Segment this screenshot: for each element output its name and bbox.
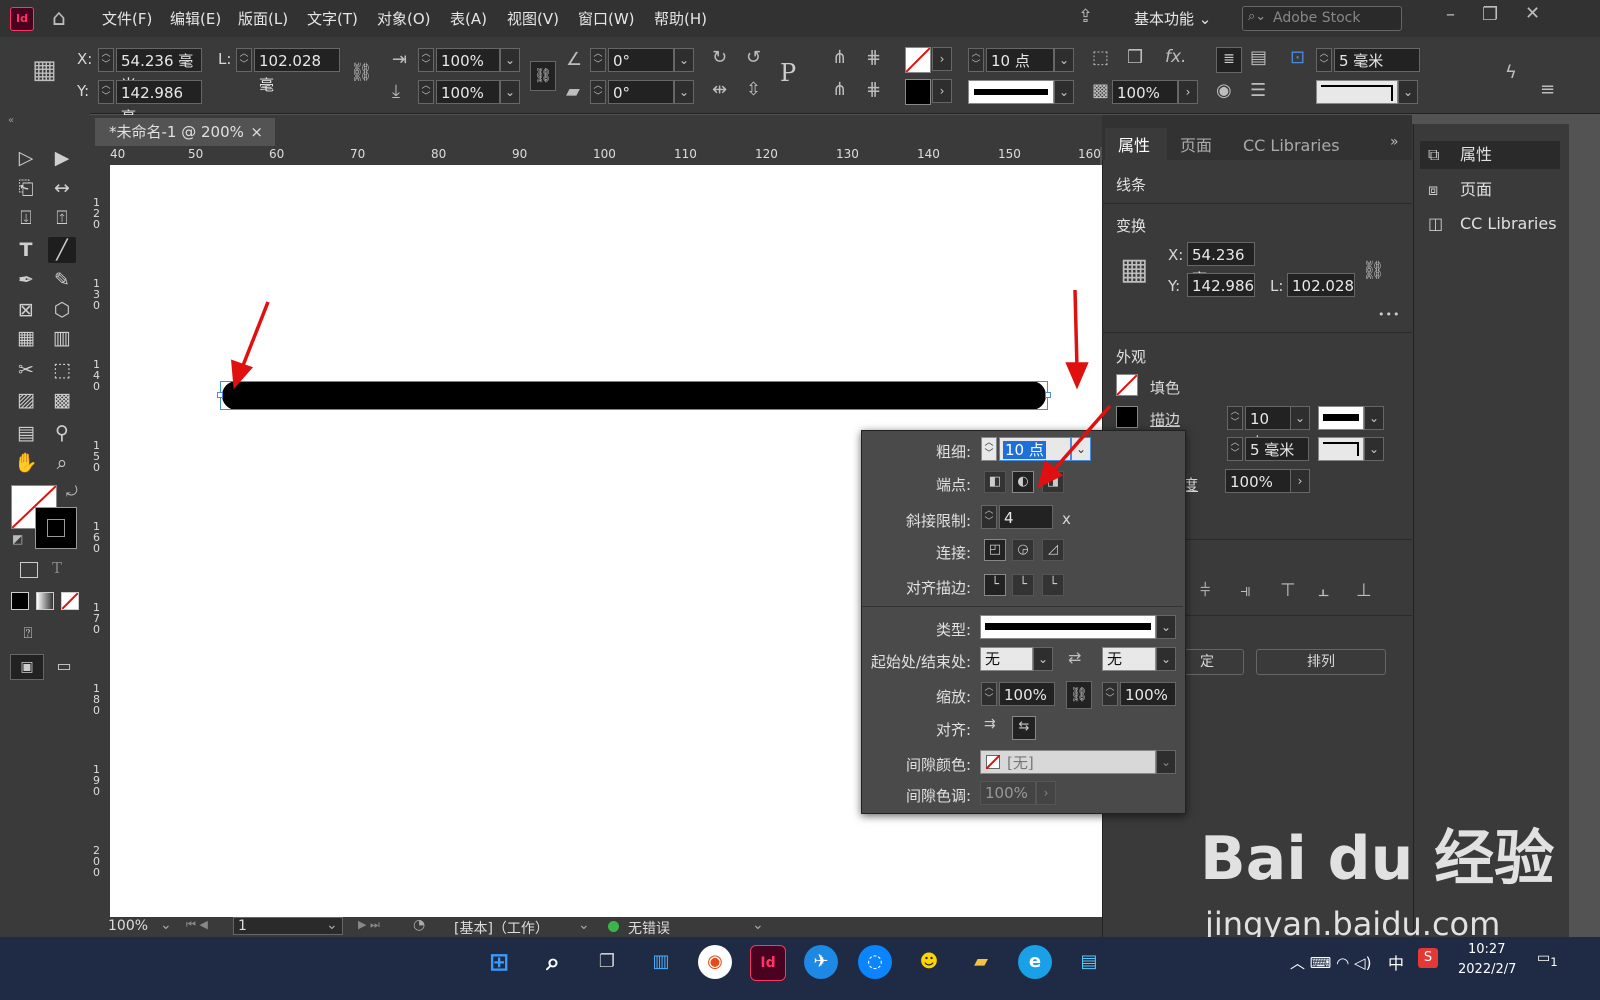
clock-date[interactable]: 2022/2/7 [1458,962,1516,977]
chrome-icon[interactable]: ◉ [698,945,732,979]
taskbar-search-icon[interactable]: ⌕ [536,945,570,979]
task-view-icon[interactable]: ❐ [590,945,624,979]
baidu-watermark: Bai du 经验 [1200,824,1555,894]
sogou-ime-icon[interactable]: S [1418,948,1438,968]
notepad-icon[interactable]: ▤ [1072,945,1106,979]
widgets-icon[interactable]: ▥ [644,945,678,979]
browser-icon[interactable]: ◌ [858,945,892,979]
feishu-icon[interactable]: ✈ [804,945,838,979]
file-explorer-icon[interactable]: ▰ [964,945,998,979]
windows-start-icon[interactable]: ⊞ [482,945,516,979]
ime-indicator[interactable]: 中 [1388,950,1404,974]
ie-browser-icon[interactable]: e [1018,945,1052,979]
arrow-right [1065,289,1089,390]
tray-icons[interactable]: ︿ ⌨ ◠ ◁) [1290,952,1371,973]
clock-time[interactable]: 10:27 [1468,942,1505,957]
arrow-round-cap [1037,404,1112,489]
indesign-taskbar-icon[interactable]: Id [750,945,786,981]
arrow-left [231,301,270,390]
notification-count: 1 [1550,954,1558,969]
qq-icon[interactable]: ☻ [912,945,946,979]
notification-icon[interactable]: ▭1 [1537,950,1558,969]
